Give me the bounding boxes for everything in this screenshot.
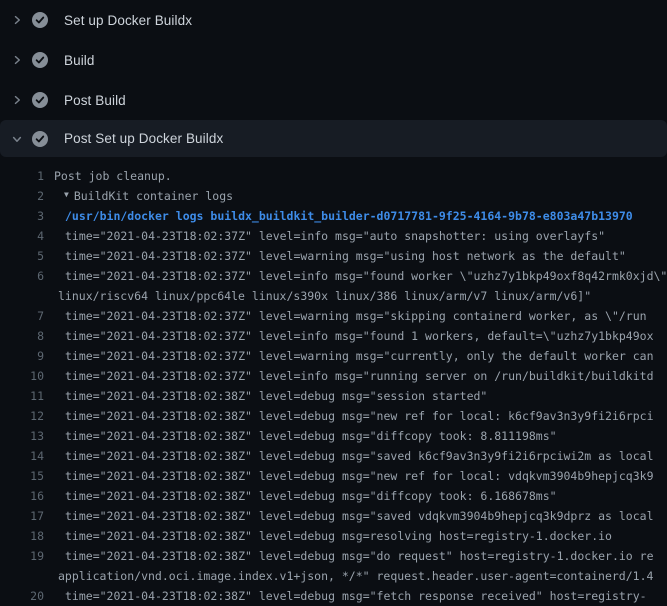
- log-row: 7time="2021-04-23T18:02:37Z" level=warni…: [0, 306, 667, 326]
- log-row: linux/riscv64 linux/ppc64le linux/s390x …: [0, 286, 667, 306]
- log-line-text: time="2021-04-23T18:02:37Z" level=info m…: [44, 366, 654, 386]
- log-row: 8time="2021-04-23T18:02:37Z" level=info …: [0, 326, 667, 346]
- step-row[interactable]: Post Set up Docker Buildx: [0, 120, 667, 157]
- log-row: 5time="2021-04-23T18:02:37Z" level=warni…: [0, 246, 667, 266]
- check-circle-icon: [32, 131, 48, 147]
- actions-log-viewer: Set up Docker Buildx Build Post Build Post …: [0, 0, 667, 606]
- log-line-text: time="2021-04-23T18:02:37Z" level=warnin…: [44, 246, 626, 266]
- log-line-text: time="2021-04-23T18:02:38Z" level=debug …: [44, 506, 654, 526]
- steps-list: Set up Docker Buildx Build Post Build Post …: [0, 0, 667, 157]
- step-label: Post Build: [64, 93, 126, 108]
- log-row: 13time="2021-04-23T18:02:38Z" level=debu…: [0, 426, 667, 446]
- log-line-text: linux/riscv64 linux/ppc64le linux/s390x …: [44, 286, 591, 306]
- log-row: application/vnd.oci.image.index.v1+json,…: [0, 566, 667, 586]
- log-row: 19time="2021-04-23T18:02:38Z" level=debu…: [0, 546, 667, 566]
- log-line-number[interactable]: 16: [0, 486, 44, 506]
- log-line-text: time="2021-04-23T18:02:37Z" level=info m…: [44, 266, 667, 286]
- log-line-number[interactable]: 3: [0, 206, 44, 226]
- log-line-number: [0, 566, 44, 586]
- log-row: 17time="2021-04-23T18:02:38Z" level=debu…: [0, 506, 667, 526]
- log-row: 14time="2021-04-23T18:02:38Z" level=debu…: [0, 446, 667, 466]
- log-row: 2▼BuildKit container logs: [0, 186, 667, 206]
- log-line-text: time="2021-04-23T18:02:38Z" level=debug …: [44, 386, 487, 406]
- log-line-text: time="2021-04-23T18:02:38Z" level=debug …: [44, 466, 654, 486]
- log-row: 12time="2021-04-23T18:02:38Z" level=debu…: [0, 406, 667, 426]
- step-label: Set up Docker Buildx: [64, 13, 192, 28]
- step-label: Build: [64, 53, 95, 68]
- log-line-number[interactable]: 14: [0, 446, 44, 466]
- log-line-number[interactable]: 1: [0, 166, 44, 186]
- check-circle-icon: [32, 52, 48, 68]
- log-row: 4time="2021-04-23T18:02:37Z" level=info …: [0, 226, 667, 246]
- group-expanded-triangle-icon: ▼: [54, 186, 74, 205]
- log-row: 6time="2021-04-23T18:02:37Z" level=info …: [0, 266, 667, 286]
- log-row: 18time="2021-04-23T18:02:38Z" level=debu…: [0, 526, 667, 546]
- chevron-right-icon: [11, 94, 23, 106]
- log-line-number[interactable]: 11: [0, 386, 44, 406]
- log-row: 15time="2021-04-23T18:02:38Z" level=debu…: [0, 466, 667, 486]
- log-line-number[interactable]: 9: [0, 346, 44, 366]
- log-line-number[interactable]: 7: [0, 306, 44, 326]
- log-area: 1Post job cleanup.2▼BuildKit container l…: [0, 157, 667, 606]
- log-line-text: time="2021-04-23T18:02:38Z" level=debug …: [44, 486, 557, 506]
- step-row[interactable]: Set up Docker Buildx: [0, 0, 667, 40]
- log-line-text: time="2021-04-23T18:02:37Z" level=info m…: [44, 326, 654, 346]
- log-row: 11time="2021-04-23T18:02:38Z" level=debu…: [0, 386, 667, 406]
- chevron-right-icon: [11, 54, 23, 66]
- log-row: 16time="2021-04-23T18:02:38Z" level=debu…: [0, 486, 667, 506]
- log-row: 3/usr/bin/docker logs buildx_buildkit_bu…: [0, 206, 667, 226]
- log-line-number[interactable]: 20: [0, 586, 44, 606]
- log-line-number[interactable]: 19: [0, 546, 44, 566]
- log-row: 10time="2021-04-23T18:02:37Z" level=info…: [0, 366, 667, 386]
- log-line-text: time="2021-04-23T18:02:38Z" level=debug …: [44, 526, 612, 546]
- check-circle-icon: [32, 92, 48, 108]
- step-row[interactable]: Build: [0, 40, 667, 80]
- log-row: 9time="2021-04-23T18:02:37Z" level=warni…: [0, 346, 667, 366]
- log-command-text: /usr/bin/docker logs buildx_buildkit_bui…: [44, 206, 633, 226]
- log-line-text: Post job cleanup.: [44, 166, 172, 186]
- log-line-number[interactable]: 4: [0, 226, 44, 246]
- log-line-number[interactable]: 6: [0, 266, 44, 286]
- log-line-text: time="2021-04-23T18:02:37Z" level=warnin…: [44, 346, 654, 366]
- log-line-number[interactable]: 12: [0, 406, 44, 426]
- log-line-text: time="2021-04-23T18:02:38Z" level=debug …: [44, 406, 654, 426]
- log-line-number[interactable]: 15: [0, 466, 44, 486]
- log-line-text: time="2021-04-23T18:02:38Z" level=debug …: [44, 426, 557, 446]
- log-line-text: time="2021-04-23T18:02:38Z" level=debug …: [44, 446, 654, 466]
- log-row: 20time="2021-04-23T18:02:38Z" level=debu…: [0, 586, 667, 606]
- log-line-number[interactable]: 8: [0, 326, 44, 346]
- log-line-number[interactable]: 2: [0, 186, 44, 206]
- log-group-title: BuildKit container logs: [74, 186, 233, 206]
- log-line-number: [0, 286, 44, 306]
- log-line-text: time="2021-04-23T18:02:37Z" level=info m…: [44, 226, 605, 246]
- log-line-number[interactable]: 13: [0, 426, 44, 446]
- log-group-header[interactable]: ▼BuildKit container logs: [44, 186, 233, 206]
- log-line-text: time="2021-04-23T18:02:38Z" level=debug …: [44, 586, 647, 606]
- step-row[interactable]: Post Build: [0, 80, 667, 120]
- log-line-text: time="2021-04-23T18:02:38Z" level=debug …: [44, 546, 654, 566]
- step-label: Post Set up Docker Buildx: [64, 131, 223, 146]
- log-line-number[interactable]: 5: [0, 246, 44, 266]
- chevron-down-icon: [11, 133, 23, 145]
- log-line-number[interactable]: 17: [0, 506, 44, 526]
- chevron-right-icon: [11, 14, 23, 26]
- check-circle-icon: [32, 12, 48, 28]
- log-line-text: time="2021-04-23T18:02:37Z" level=warnin…: [44, 306, 647, 326]
- log-row: 1Post job cleanup.: [0, 166, 667, 186]
- log-line-number[interactable]: 10: [0, 366, 44, 386]
- log-line-text: application/vnd.oci.image.index.v1+json,…: [44, 566, 653, 586]
- log-line-number[interactable]: 18: [0, 526, 44, 546]
